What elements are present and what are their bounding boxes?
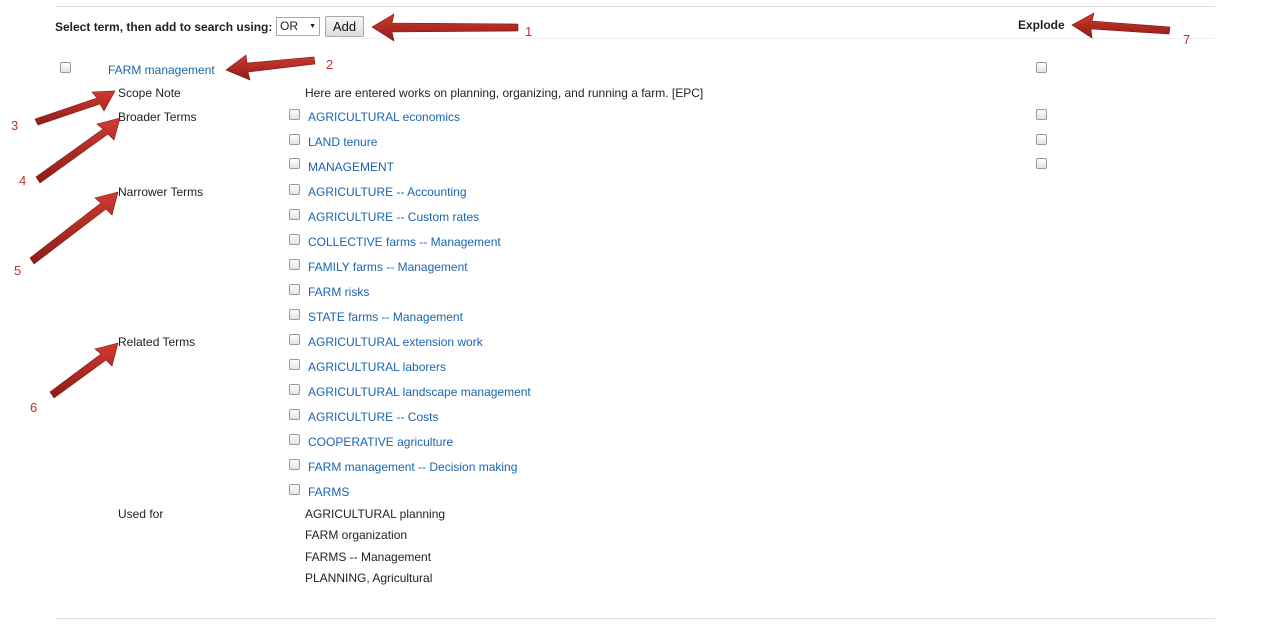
narrower-term-checkbox[interactable]	[289, 234, 300, 245]
annotation-arrow-2	[225, 54, 316, 81]
main-term-link[interactable]: FARM management	[108, 63, 215, 77]
annotation-arrow-7	[1071, 12, 1171, 39]
related-term-link[interactable]: AGRICULTURAL landscape management	[308, 385, 531, 399]
explode-column-header: Explode	[1018, 18, 1065, 32]
related-term-link[interactable]: AGRICULTURAL laborers	[308, 360, 446, 374]
narrower-term-link[interactable]: AGRICULTURE -- Accounting	[308, 185, 467, 199]
scope-note-text: Here are entered works on planning, orga…	[305, 86, 704, 100]
search-operator-label: Select term, then add to search using:	[55, 20, 273, 34]
narrower-term-checkbox[interactable]	[289, 259, 300, 270]
top-divider	[55, 6, 1215, 7]
used-for-term: FARMS -- Management	[305, 550, 432, 564]
annotation-number-3: 3	[11, 118, 19, 133]
annotation-arrow-1	[371, 13, 519, 42]
related-term-link[interactable]: AGRICULTURAL extension work	[308, 335, 483, 349]
annotation-arrow-3	[34, 90, 116, 126]
related-term-checkbox[interactable]	[289, 484, 300, 495]
broader-term-link[interactable]: MANAGEMENT	[308, 160, 394, 174]
toolbar-divider	[340, 38, 1215, 39]
related-term-checkbox[interactable]	[289, 409, 300, 420]
annotation-arrow-4	[35, 117, 121, 184]
narrower-term-link[interactable]: COLLECTIVE farms -- Management	[308, 235, 501, 249]
annotation-arrow-6	[49, 342, 119, 399]
related-term-checkbox[interactable]	[289, 359, 300, 370]
related-term-checkbox[interactable]	[289, 459, 300, 470]
related-term-link[interactable]: FARM management -- Decision making	[308, 460, 517, 474]
narrower-term-link[interactable]: FAMILY farms -- Management	[308, 260, 468, 274]
broader-term-link[interactable]: AGRICULTURAL economics	[308, 110, 460, 124]
search-operator-value: OR	[280, 19, 298, 33]
narrower-term-checkbox[interactable]	[289, 184, 300, 195]
used-for-term: AGRICULTURAL planning	[305, 507, 446, 521]
annotation-number-6: 6	[30, 400, 38, 415]
broader-term-checkbox[interactable]	[289, 109, 300, 120]
dropdown-caret-icon: ▼	[309, 23, 316, 30]
narrower-term-link[interactable]: AGRICULTURE -- Custom rates	[308, 210, 479, 224]
used-for-label: Used for	[118, 507, 164, 521]
annotation-number-2: 2	[326, 57, 334, 72]
broader-term-explode-checkbox[interactable]	[1036, 134, 1047, 145]
used-for-term: PLANNING, Agricultural	[305, 571, 433, 585]
narrower-term-checkbox[interactable]	[289, 284, 300, 295]
related-term-checkbox[interactable]	[289, 384, 300, 395]
related-terms-label: Related Terms	[118, 335, 196, 349]
related-term-checkbox[interactable]	[289, 434, 300, 445]
annotation-number-5: 5	[14, 263, 22, 278]
broader-term-link[interactable]: LAND tenure	[308, 135, 377, 149]
search-operator-select[interactable]: OR ▼	[276, 17, 320, 36]
broader-term-checkbox[interactable]	[289, 134, 300, 145]
thesaurus-entry-panel: Select term, then add to search using: O…	[0, 0, 1269, 637]
broader-term-explode-checkbox[interactable]	[1036, 109, 1047, 120]
broader-term-checkbox[interactable]	[289, 158, 300, 169]
narrower-term-checkbox[interactable]	[289, 309, 300, 320]
narrower-term-checkbox[interactable]	[289, 209, 300, 220]
main-term-explode-checkbox[interactable]	[1036, 62, 1047, 73]
main-term-checkbox[interactable]	[60, 62, 71, 73]
annotation-number-1: 1	[525, 24, 533, 39]
annotation-number-7: 7	[1183, 32, 1191, 47]
scope-note-label: Scope Note	[118, 86, 181, 100]
annotation-arrow-5	[29, 191, 119, 265]
related-term-link[interactable]: FARMS	[308, 485, 349, 499]
narrower-term-link[interactable]: FARM risks	[308, 285, 369, 299]
annotation-number-4: 4	[19, 173, 27, 188]
add-button[interactable]: Add	[325, 16, 364, 37]
related-term-link[interactable]: AGRICULTURE -- Costs	[308, 410, 438, 424]
related-term-checkbox[interactable]	[289, 334, 300, 345]
broader-term-explode-checkbox[interactable]	[1036, 158, 1047, 169]
bottom-divider	[55, 618, 1215, 619]
related-term-link[interactable]: COOPERATIVE agriculture	[308, 435, 453, 449]
narrower-terms-label: Narrower Terms	[118, 185, 204, 199]
broader-terms-label: Broader Terms	[118, 110, 197, 124]
narrower-term-link[interactable]: STATE farms -- Management	[308, 310, 463, 324]
used-for-term: FARM organization	[305, 528, 408, 542]
